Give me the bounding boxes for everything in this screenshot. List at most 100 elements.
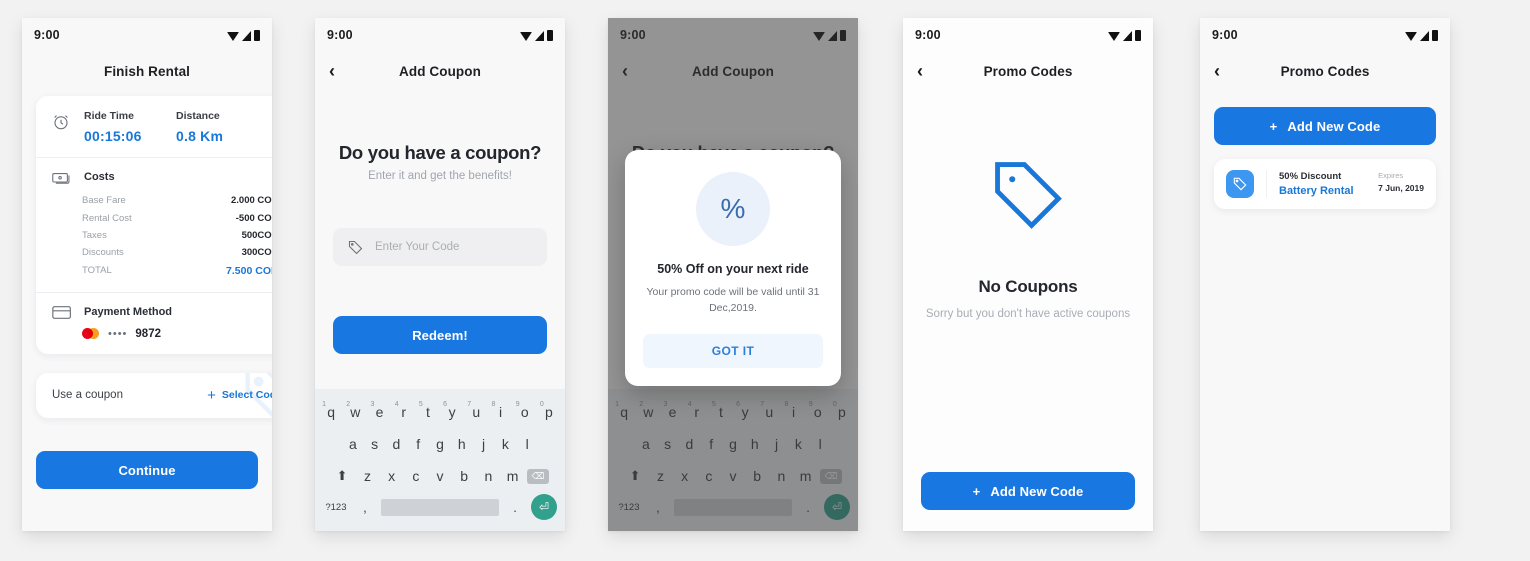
distance-col: Distance 0.8 Km — [176, 110, 268, 144]
comma-key[interactable]: , — [353, 500, 377, 515]
key-u[interactable]: 7u — [464, 401, 488, 420]
select-code-button[interactable]: + Select Code — [207, 388, 272, 403]
expires-label: Expires — [1378, 171, 1404, 180]
key-l[interactable]: l — [516, 436, 538, 452]
ride-time-value: 00:15:06 — [84, 128, 142, 144]
add-new-code-button[interactable]: + Add New Code — [1214, 107, 1436, 145]
screen-add-coupon: 9:00 ‹ Add Coupon Do you have a coupon? … — [315, 18, 565, 531]
card-mask: •••• — [108, 327, 128, 340]
cost-label: Rental Cost — [82, 212, 132, 224]
coupon-code-field[interactable] — [333, 228, 547, 266]
cost-label: Base Fare — [82, 195, 126, 207]
numbers-key[interactable]: ?123 — [319, 502, 353, 513]
key-e[interactable]: 3e — [367, 401, 391, 420]
key-i[interactable]: 8i — [488, 401, 512, 420]
status-bar: 9:00 — [22, 18, 272, 52]
distance-value: 0.8 Km — [176, 128, 224, 144]
use-coupon-card[interactable]: Use a coupon + Select Code — [36, 372, 272, 418]
page-title: Promo Codes — [1280, 63, 1370, 79]
percent-icon: % — [696, 172, 770, 246]
key-p[interactable]: 0p — [537, 401, 561, 420]
key-q[interactable]: 1q — [319, 401, 343, 420]
key-f[interactable]: f — [407, 436, 429, 452]
app-bar: ‹ Add Coupon — [315, 52, 565, 90]
status-icons — [520, 29, 553, 41]
signal-icon — [1123, 31, 1132, 41]
cost-row: Taxes 500COP — [82, 227, 272, 244]
select-code-label: Select Code — [221, 389, 272, 402]
continue-button[interactable]: Continue — [36, 451, 258, 489]
key-t[interactable]: 5t — [416, 401, 440, 420]
signal-icon — [242, 31, 251, 41]
cost-value: 300COP — [241, 247, 272, 259]
status-bar: 9:00 — [1200, 18, 1450, 52]
wifi-icon — [1405, 32, 1417, 41]
key-k[interactable]: k — [494, 436, 516, 452]
period-key[interactable]: . — [503, 500, 527, 515]
key-j[interactable]: j — [473, 436, 495, 452]
status-time: 9:00 — [1212, 28, 1238, 42]
key-o[interactable]: 9o — [513, 401, 537, 420]
keyboard-row-3: ⬆ z x c v b n m ⌫ — [319, 460, 561, 492]
space-key[interactable] — [381, 498, 499, 516]
keyboard-row-4: ?123 , . ⏎ — [319, 492, 561, 522]
key-g[interactable]: g — [429, 436, 451, 452]
battery-icon — [1432, 30, 1438, 41]
add-new-code-button[interactable]: + Add New Code — [921, 472, 1135, 510]
key-b[interactable]: b — [452, 468, 476, 484]
cost-label: Taxes — [82, 229, 107, 241]
screen-finish-rental: 9:00 Finish Rental Ride Time 00:15:06 Di… — [22, 18, 272, 531]
shift-key[interactable]: ⬆ — [329, 468, 356, 484]
plus-icon: + — [1269, 118, 1278, 134]
key-a[interactable]: a — [342, 436, 364, 452]
distance-label: Distance — [176, 110, 220, 122]
ride-time-label: Ride Time — [84, 110, 134, 122]
key-n[interactable]: n — [476, 468, 500, 484]
page-title: Promo Codes — [983, 63, 1073, 79]
ride-time-col: Ride Time 00:15:06 — [84, 110, 176, 144]
coupon-subheading: Enter it and get the benefits! — [368, 170, 512, 182]
key-w[interactable]: 2w — [343, 401, 367, 420]
cost-value: 500COP — [241, 229, 272, 241]
key-z[interactable]: z — [355, 468, 379, 484]
list-item[interactable]: 50% Discount Battery Rental Expires 7 Ju… — [1214, 159, 1436, 209]
key-m[interactable]: m — [500, 468, 524, 484]
keyboard-row-1: 1q 2w 3e 4r 5t 6y 7u 8i 9o 0p — [319, 396, 561, 428]
cost-row: Base Fare 2.000 COP — [82, 192, 272, 209]
empty-body: Sorry but you don't have active coupons — [925, 308, 1131, 320]
key-x[interactable]: x — [380, 468, 404, 484]
key-h[interactable]: h — [451, 436, 473, 452]
status-icons — [1405, 29, 1438, 41]
keyboard[interactable]: 1q 2w 3e 4r 5t 6y 7u 8i 9o 0p a s d f g … — [315, 389, 565, 531]
signal-icon — [535, 31, 544, 41]
coupon-code-input[interactable] — [375, 241, 533, 253]
screen-add-coupon-dialog: 9:00 ‹ Add Coupon Do you have a coupon? … — [608, 18, 858, 531]
got-it-button[interactable]: GOT IT — [643, 333, 823, 368]
key-c[interactable]: c — [404, 468, 428, 484]
back-button[interactable]: ‹ — [917, 62, 935, 80]
chevron-down-icon[interactable]: ⌄ — [271, 306, 272, 319]
payment-method-header[interactable]: Payment Method ⌄ — [36, 293, 272, 320]
wifi-icon — [227, 32, 239, 41]
add-new-code-label: Add New Code — [1287, 118, 1381, 134]
status-time: 9:00 — [915, 28, 941, 42]
backspace-key[interactable]: ⌫ — [525, 468, 552, 484]
wifi-icon — [1108, 32, 1120, 41]
back-button[interactable]: ‹ — [1214, 62, 1232, 80]
keyboard-row-2: a s d f g h j k l — [319, 428, 561, 460]
key-s[interactable]: s — [364, 436, 386, 452]
key-r[interactable]: 4r — [392, 401, 416, 420]
cost-value: 7.500 COP — [226, 264, 272, 277]
key-y[interactable]: 6y — [440, 401, 464, 420]
key-v[interactable]: v — [428, 468, 452, 484]
add-new-code-label: Add New Code — [990, 483, 1084, 499]
back-button[interactable]: ‹ — [329, 62, 347, 80]
redeem-button[interactable]: Redeem! — [333, 316, 547, 354]
mastercard-icon — [82, 328, 99, 340]
payment-method-label: Payment Method — [84, 306, 173, 319]
enter-key[interactable]: ⏎ — [527, 494, 561, 520]
promo-name: Battery Rental — [1279, 185, 1354, 197]
key-d[interactable]: d — [386, 436, 408, 452]
cost-row-total: TOTAL 7.500 COP — [82, 262, 272, 280]
battery-icon — [254, 30, 260, 41]
